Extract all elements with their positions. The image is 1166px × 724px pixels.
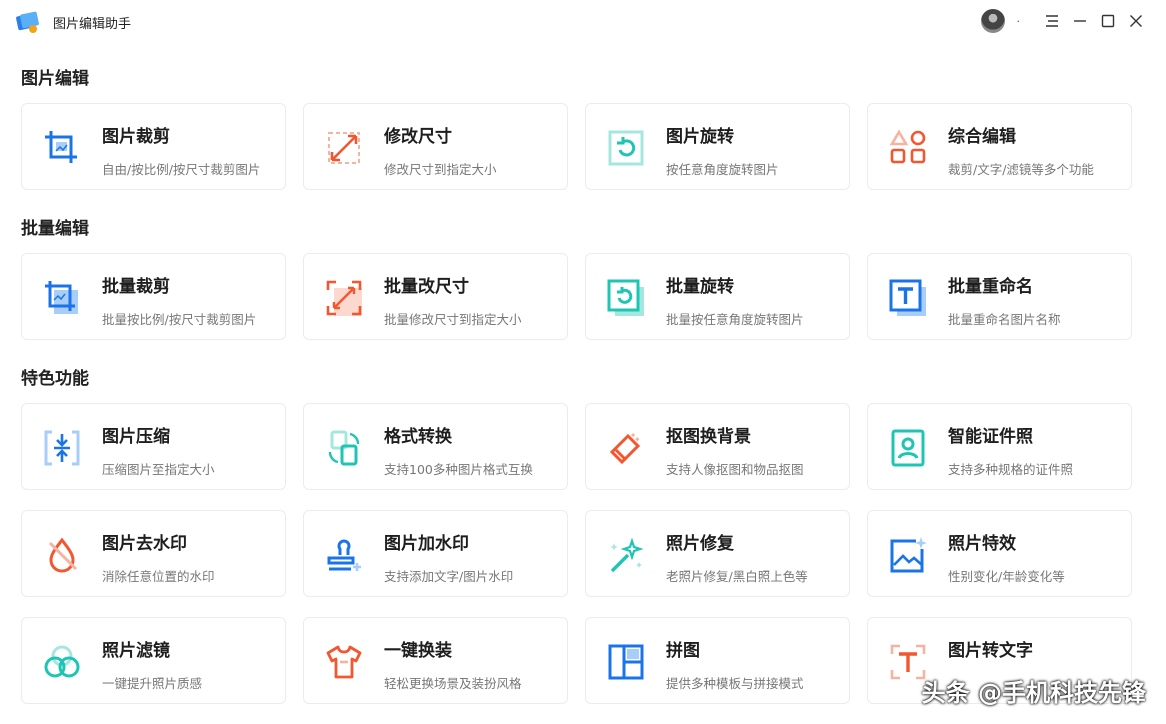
card-format-convert[interactable]: 格式转换 支持100多种图片格式互换 [303, 403, 568, 490]
card-photo-effects[interactable]: 照片特效 性别变化/年龄变化等 [867, 510, 1132, 597]
card-title: 图片裁剪 [102, 127, 170, 147]
crop-icon [42, 128, 82, 168]
minimize-button[interactable] [1066, 9, 1094, 33]
card-desc: 支持100多种图片格式互换 [384, 462, 533, 477]
app-logo-icon [14, 10, 40, 34]
shirt-icon [324, 642, 364, 682]
card-cutout[interactable]: 抠图换背景 支持人像抠图和物品抠图 [585, 403, 850, 490]
compress-icon [42, 428, 82, 468]
maximize-button[interactable] [1094, 9, 1122, 33]
card-title: 图片压缩 [102, 427, 170, 447]
card-desc: 批量重命名图片名称 [948, 312, 1061, 327]
resize-icon [324, 128, 364, 168]
convert-icon [324, 428, 364, 468]
close-button[interactable] [1122, 9, 1150, 33]
avatar[interactable] [980, 9, 1005, 33]
card-title: 照片修复 [666, 534, 734, 554]
card-collage[interactable]: 拼图 提供多种模板与拼接模式 [585, 617, 850, 704]
shapes-icon [888, 128, 928, 168]
card-composite-edit[interactable]: 综合编辑 裁剪/文字/滤镜等多个功能 [867, 103, 1132, 190]
card-desc: 裁剪/文字/滤镜等多个功能 [948, 162, 1094, 177]
section-title-image-edit: 图片编辑 [21, 69, 89, 89]
card-desc: 消除任意位置的水印 [102, 569, 215, 584]
menu-button[interactable] [1038, 9, 1066, 33]
card-desc: 自由/按比例/按尺寸裁剪图片 [102, 162, 261, 177]
section-title-features: 特色功能 [21, 369, 89, 389]
batch-rotate-icon [606, 278, 646, 318]
maximize-icon [1101, 14, 1115, 28]
title-bar: 图片编辑助手 · [0, 0, 1166, 44]
card-desc: 按任意角度旋转图片 [666, 162, 779, 177]
remove-watermark-icon [42, 535, 82, 575]
batch-resize-icon [324, 278, 364, 318]
close-icon [1130, 15, 1142, 27]
card-desc: 压缩图片至指定大小 [102, 462, 215, 477]
card-title: 照片滤镜 [102, 641, 170, 661]
window-controls: · [980, 9, 1151, 33]
user-name[interactable]: · [1017, 15, 1021, 28]
card-title: 拼图 [666, 641, 700, 661]
menu-icon [1046, 15, 1058, 27]
collage-icon [606, 642, 646, 682]
card-desc: 性别变化/年龄变化等 [948, 569, 1065, 584]
magic-wand-icon [606, 535, 646, 575]
card-title: 修改尺寸 [384, 127, 452, 147]
card-photo-filter[interactable]: 照片滤镜 一键提升照片质感 [21, 617, 286, 704]
rotate-icon [606, 128, 646, 168]
card-remove-watermark[interactable]: 图片去水印 消除任意位置的水印 [21, 510, 286, 597]
card-desc: 一键提升照片质感 [102, 676, 203, 691]
card-title: 批量旋转 [666, 277, 734, 297]
stamp-icon [324, 535, 364, 575]
card-title: 照片特效 [948, 534, 1016, 554]
card-batch-rotate[interactable]: 批量旋转 批量按任意角度旋转图片 [585, 253, 850, 340]
card-title: 批量裁剪 [102, 277, 170, 297]
card-desc: 支持人像抠图和物品抠图 [666, 462, 804, 477]
card-add-watermark[interactable]: 图片加水印 支持添加文字/图片水印 [303, 510, 568, 597]
card-title: 抠图换背景 [666, 427, 751, 447]
card-desc: 批量按比例/按尺寸裁剪图片 [102, 312, 257, 327]
card-title: 图片转文字 [948, 641, 1033, 661]
card-photo-repair[interactable]: 照片修复 老照片修复/黑白照上色等 [585, 510, 850, 597]
card-title: 批量改尺寸 [384, 277, 469, 297]
id-photo-icon [888, 428, 928, 468]
filter-icon [42, 642, 82, 682]
effects-icon [888, 535, 928, 575]
card-crop[interactable]: 图片裁剪 自由/按比例/按尺寸裁剪图片 [21, 103, 286, 190]
card-batch-crop[interactable]: 批量裁剪 批量按比例/按尺寸裁剪图片 [21, 253, 286, 340]
card-desc: 轻松更换场景及装扮风格 [384, 676, 522, 691]
card-desc: 修改尺寸到指定大小 [384, 162, 497, 177]
card-desc: 批量按任意角度旋转图片 [666, 312, 804, 327]
app-title: 图片编辑助手 [53, 17, 132, 32]
minimize-icon [1074, 20, 1086, 22]
card-title: 综合编辑 [948, 127, 1016, 147]
card-id-photo[interactable]: 智能证件照 支持多种规格的证件照 [867, 403, 1132, 490]
card-title: 格式转换 [384, 427, 452, 447]
card-title: 批量重命名 [948, 277, 1033, 297]
section-title-batch-edit: 批量编辑 [21, 219, 89, 239]
card-title: 图片去水印 [102, 534, 187, 554]
card-batch-resize[interactable]: 批量改尺寸 批量修改尺寸到指定大小 [303, 253, 568, 340]
card-compress[interactable]: 图片压缩 压缩图片至指定大小 [21, 403, 286, 490]
watermark-overlay: 头条 @手机科技先锋 [921, 679, 1146, 707]
card-desc: 支持多种规格的证件照 [948, 462, 1074, 477]
rename-icon [888, 278, 928, 318]
card-desc: 批量修改尺寸到指定大小 [384, 312, 522, 327]
card-outfit-change[interactable]: 一键换装 轻松更换场景及装扮风格 [303, 617, 568, 704]
card-desc: 提供多种模板与拼接模式 [666, 676, 804, 691]
card-desc: 支持添加文字/图片水印 [384, 569, 514, 584]
card-resize[interactable]: 修改尺寸 修改尺寸到指定大小 [303, 103, 568, 190]
card-title: 一键换装 [384, 641, 452, 661]
card-title: 图片旋转 [666, 127, 734, 147]
eraser-icon [606, 428, 646, 468]
card-title: 智能证件照 [948, 427, 1033, 447]
batch-crop-icon [42, 278, 82, 318]
card-title: 图片加水印 [384, 534, 469, 554]
card-rotate[interactable]: 图片旋转 按任意角度旋转图片 [585, 103, 850, 190]
card-batch-rename[interactable]: 批量重命名 批量重命名图片名称 [867, 253, 1132, 340]
card-desc: 老照片修复/黑白照上色等 [666, 569, 808, 584]
